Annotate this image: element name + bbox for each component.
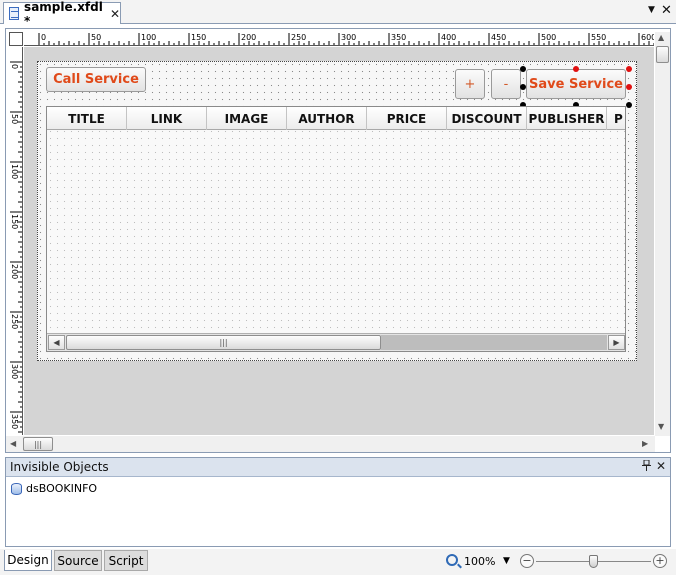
ruler-label: 200 [10,264,19,279]
scroll-left-icon[interactable]: ◀ [10,439,16,448]
ruler-label: 500 [541,33,556,42]
grid-column-publisher[interactable]: PUBLISHER [527,107,607,130]
ruler-label: 300 [341,33,356,42]
grid-column-title[interactable]: TITLE [47,107,127,130]
grid-scroll-right-icon[interactable]: ▶ [608,335,625,350]
tab-list-dropdown-icon[interactable]: ▼ [648,5,655,15]
design-canvas[interactable]: Call Service + - Save Service TITLE LINK… [24,47,654,435]
magnifier-icon[interactable] [446,554,458,566]
zoom-in-button[interactable]: + [653,554,667,568]
grid-scroll-thumb[interactable]: ||| [66,335,381,350]
delete-row-button[interactable]: - [491,69,521,99]
zoom-level: 100% [464,555,496,568]
grid-column-image[interactable]: IMAGE [207,107,287,130]
invisible-objects-title: Invisible Objects [10,460,109,474]
vertical-ruler: 0 50 100 150 200 250 300 350 [9,47,23,435]
ruler-label: 550 [591,33,606,42]
close-tab-icon[interactable]: ✕ [110,7,120,21]
scroll-up-icon[interactable]: ▲ [658,33,664,42]
ruler-label: 100 [10,164,19,179]
ruler-label: 150 [191,33,206,42]
ruler-label: 350 [10,414,19,429]
ruler-label: 50 [91,33,101,42]
ruler-label: 200 [241,33,256,42]
call-service-button[interactable]: Call Service [46,67,146,92]
document-tabstrip: sample.xfdl * ✕ ▼ ✕ [0,0,676,28]
ruler-label: 350 [391,33,406,42]
form-panel[interactable]: Call Service + - Save Service TITLE LINK… [37,61,637,361]
document-icon [9,7,20,20]
dataset-item-label: dsBOOKINFO [26,482,98,495]
pin-icon[interactable] [642,459,651,474]
design-vertical-scrollbar[interactable]: ▲ ▼ [655,32,670,436]
editor-status-bar: Design Source Script 100% ▼ − + [0,549,676,575]
selection-handle[interactable] [520,66,526,72]
zoom-slider-thumb[interactable] [589,555,598,568]
grid-horizontal-scrollbar[interactable]: ◀ ||| ▶ [47,333,625,351]
ruler-label: 50 [10,114,19,124]
ruler-label: 600 [641,33,654,42]
horizontal-ruler-ticks: 0 50 100 150 200 250 300 350 400 450 500 550 600 [38,33,654,45]
grid-column-author[interactable]: AUTHOR [287,107,367,130]
ruler-label: 0 [10,64,19,69]
scroll-right-icon[interactable]: ▶ [642,439,648,448]
scroll-down-icon[interactable]: ▼ [658,422,664,431]
dataset-icon [11,482,22,495]
grid-scroll-track[interactable] [381,335,607,350]
grid-scroll-left-icon[interactable]: ◀ [48,335,65,350]
book-grid[interactable]: TITLE LINK IMAGE AUTHOR PRICE DISCOUNT P… [46,106,626,352]
ruler-label: 100 [141,33,156,42]
invisible-objects-header: Invisible Objects [6,458,670,477]
tab-source[interactable]: Source [54,550,102,571]
selection-handle[interactable] [520,84,526,90]
ruler-label: 0 [41,33,46,42]
grid-column-truncated[interactable]: P [607,107,625,130]
horizontal-ruler: 0 50 100 150 200 250 300 350 400 450 500 550 600 [24,32,654,46]
grid-column-link[interactable]: LINK [127,107,207,130]
ruler-label: 450 [491,33,506,42]
zoom-dropdown-icon[interactable]: ▼ [503,556,510,566]
pin-icon-shape [642,459,651,471]
ruler-label: 400 [441,33,456,42]
document-tab[interactable]: sample.xfdl * ✕ [3,0,121,28]
tab-script[interactable]: Script [104,550,148,571]
add-row-button[interactable]: + [455,69,485,99]
grid-column-discount[interactable]: DISCOUNT [447,107,527,130]
selection-handle[interactable] [626,66,632,72]
close-panel-icon[interactable]: ✕ [656,459,666,473]
selection-handle[interactable] [626,102,632,108]
horizontal-scroll-thumb[interactable]: ||| [23,437,53,451]
dataset-item[interactable]: dsBOOKINFO [11,482,97,495]
vertical-scroll-thumb[interactable] [656,46,669,63]
close-window-icon[interactable]: ✕ [661,3,672,18]
zoom-out-button[interactable]: − [520,554,534,568]
design-horizontal-scrollbar[interactable]: ◀ ||| ▶ [6,436,655,452]
selection-handle[interactable] [573,66,579,72]
ruler-label: 150 [10,214,19,229]
ruler-corner [9,32,23,46]
ruler-label: 300 [10,364,19,379]
selection-handle[interactable] [626,84,632,90]
save-service-button[interactable]: Save Service [526,69,626,99]
ruler-label: 250 [291,33,306,42]
document-tab-label: sample.xfdl * [24,0,103,28]
tab-design[interactable]: Design [4,550,52,571]
vertical-ruler-ticks: 0 50 100 150 200 250 300 350 [10,61,22,433]
grid-column-price[interactable]: PRICE [367,107,447,130]
grid-header: TITLE LINK IMAGE AUTHOR PRICE DISCOUNT P… [47,107,625,130]
design-surface: 0 50 100 150 200 250 300 350 400 450 500 550 600 0 50… [5,28,671,453]
ruler-label: 250 [10,314,19,329]
invisible-objects-panel: Invisible Objects ✕ dsBOOKINFO [5,457,671,547]
